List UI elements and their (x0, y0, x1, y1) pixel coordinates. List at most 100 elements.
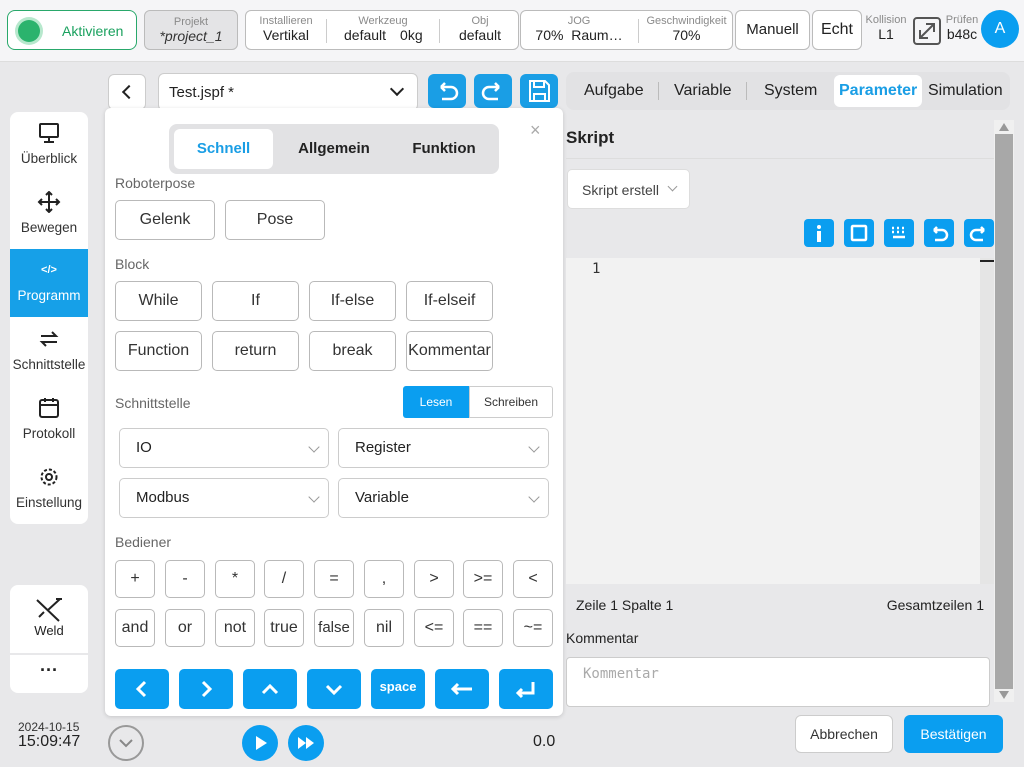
op-false-button[interactable]: false (314, 609, 354, 647)
play-icon (256, 736, 267, 750)
script-select[interactable]: Skript erstell (567, 169, 690, 209)
block-while-button[interactable]: While (115, 281, 202, 321)
op-minus-button[interactable]: - (165, 560, 205, 598)
op-divide-button[interactable]: / (264, 560, 304, 598)
op-and-button[interactable]: and (115, 609, 155, 647)
info-button[interactable] (804, 219, 834, 247)
modbus-dropdown[interactable]: Modbus (119, 478, 329, 518)
sidebar-item-settings[interactable]: Einstellung (10, 456, 88, 524)
comment-input[interactable]: Kommentar (566, 657, 990, 707)
tab-quick[interactable]: Schnell (174, 129, 273, 169)
script-undo-button[interactable] (924, 219, 954, 247)
scroll-down-arrow-icon[interactable] (999, 691, 1009, 699)
back-button[interactable] (108, 74, 146, 110)
op-assign-button[interactable]: = (314, 560, 354, 598)
redo-button[interactable] (474, 74, 512, 108)
op-equal-button[interactable]: == (463, 609, 503, 647)
avatar[interactable]: A (981, 10, 1019, 48)
sidebar-item-move[interactable]: Bewegen (10, 181, 88, 249)
cancel-button[interactable]: Abbrechen (795, 715, 893, 753)
more-button[interactable]: ··· (10, 655, 88, 693)
io-dropdown[interactable]: IO (119, 428, 329, 468)
op-plus-button[interactable]: + (115, 560, 155, 598)
step-down-button[interactable] (108, 725, 144, 761)
right-scrollbar[interactable] (994, 120, 1014, 702)
sidebar-item-overview[interactable]: Überblick (10, 112, 88, 180)
undo-button[interactable] (428, 74, 466, 108)
op-greater-equal-button[interactable]: >= (463, 560, 503, 598)
square-icon (850, 224, 868, 242)
file-select[interactable]: Test.jspf * (158, 73, 418, 111)
sidebar-item-program[interactable]: </> Programm (10, 249, 88, 317)
comment-placeholder: Kommentar (583, 666, 659, 682)
op-not-button[interactable]: not (215, 609, 255, 647)
write-toggle[interactable]: Schreiben (469, 386, 553, 418)
script-redo-button[interactable] (964, 219, 994, 247)
close-icon[interactable]: × (530, 120, 541, 141)
op-less-button[interactable]: < (513, 560, 553, 598)
tab-function[interactable]: Funktion (394, 129, 494, 169)
space-button[interactable]: space (371, 669, 425, 709)
block-comment-button[interactable]: Kommentar (406, 331, 493, 371)
code-editor[interactable]: 1 (566, 258, 994, 584)
editor-scrollbar[interactable] (980, 258, 994, 584)
op-less-equal-button[interactable]: <= (414, 609, 454, 647)
activate-button[interactable]: Aktivieren (7, 10, 137, 50)
cursor-left-button[interactable] (115, 669, 169, 709)
block-break-button[interactable]: break (309, 331, 396, 371)
expand-icon[interactable] (912, 16, 942, 46)
real-button[interactable]: Echt (812, 10, 862, 50)
joint-button[interactable]: Gelenk (115, 200, 215, 240)
play-button[interactable] (242, 725, 278, 761)
date-label: 2024-10-15 (18, 720, 80, 734)
read-toggle[interactable]: Lesen (403, 386, 469, 418)
register-dropdown[interactable]: Register (338, 428, 549, 468)
block-if-button[interactable]: If (212, 281, 299, 321)
tab-task[interactable]: Aufgabe (584, 72, 644, 110)
undo-icon (440, 82, 459, 101)
block-ifelse-button[interactable]: If-else (309, 281, 396, 321)
cursor-down-button[interactable] (307, 669, 361, 709)
status-bar: Zeile 1 Spalte 1 Gesamtzeilen 1 (566, 584, 994, 624)
block-function-button[interactable]: Function (115, 331, 202, 371)
fast-forward-button[interactable] (288, 725, 324, 761)
save-button[interactable] (520, 74, 558, 108)
sidebar-item-interface[interactable]: Schnittstelle (10, 318, 88, 386)
project-box[interactable]: Projekt *project_1 (144, 10, 238, 50)
op-greater-button[interactable]: > (414, 560, 454, 598)
chevron-left-icon (121, 84, 137, 100)
script-title: Skript (566, 128, 615, 147)
op-comma-button[interactable]: , (364, 560, 404, 598)
tab-simulation[interactable]: Simulation (928, 72, 1003, 110)
backspace-button[interactable] (435, 669, 489, 709)
weld-button[interactable]: Weld (10, 585, 88, 653)
chevron-right-icon (201, 680, 213, 698)
scroll-up-arrow-icon[interactable] (999, 123, 1009, 131)
confirm-button[interactable]: Bestätigen (904, 715, 1003, 753)
block-return-button[interactable]: return (212, 331, 299, 371)
tab-system[interactable]: System (764, 72, 817, 110)
op-or-button[interactable]: or (165, 609, 205, 647)
jog-speed-box[interactable]: JOG 70% Raum… Geschwindigkeit 70% (520, 10, 733, 50)
tab-general[interactable]: Allgemein (284, 129, 384, 169)
tab-parameter[interactable]: Parameter (834, 75, 922, 107)
sidebar-item-log[interactable]: Protokoll (10, 387, 88, 455)
op-true-button[interactable]: true (264, 609, 304, 647)
cursor-up-button[interactable] (243, 669, 297, 709)
op-not-equal-button[interactable]: ~= (513, 609, 553, 647)
scroll-thumb[interactable] (995, 134, 1013, 689)
op-multiply-button[interactable]: * (215, 560, 255, 598)
install-tool-obj-box[interactable]: Installieren Vertikal Werkzeug default 0k… (245, 10, 519, 50)
block-ifelseif-button[interactable]: If-elseif (406, 281, 493, 321)
pose-button[interactable]: Pose (225, 200, 325, 240)
enter-button[interactable] (499, 669, 553, 709)
cursor-right-button[interactable] (179, 669, 233, 709)
tab-variable[interactable]: Variable (674, 72, 732, 110)
variable-dropdown[interactable]: Variable (338, 478, 549, 518)
fullscreen-button[interactable] (844, 219, 874, 247)
redo-icon (969, 226, 985, 242)
mode-button[interactable]: Manuell (735, 10, 810, 50)
keyboard-button[interactable] (884, 219, 914, 247)
op-nil-button[interactable]: nil (364, 609, 404, 647)
calendar-icon (37, 397, 61, 419)
